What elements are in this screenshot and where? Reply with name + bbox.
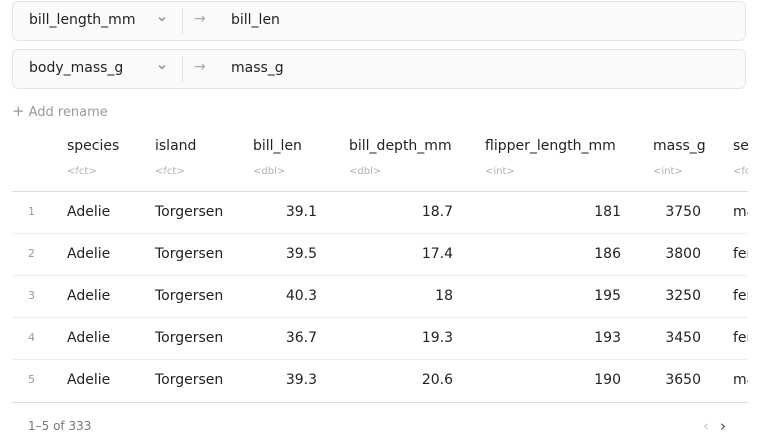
divider bbox=[182, 56, 183, 82]
table-row: 3 Adelie Torgersen 40.3 18 195 3250 fema… bbox=[12, 276, 748, 318]
cell-flipper-length-mm: 186 bbox=[594, 246, 621, 262]
column-header-species[interactable]: species bbox=[67, 138, 119, 154]
cell-species: Adelie bbox=[67, 288, 111, 304]
cell-mass-g: 3800 bbox=[665, 246, 701, 262]
cell-flipper-length-mm: 190 bbox=[594, 372, 621, 388]
column-header-flipper-length-mm[interactable]: flipper_length_mm bbox=[485, 138, 616, 154]
cell-sex: female bbox=[733, 330, 748, 346]
row-number: 4 bbox=[28, 331, 35, 344]
row-number: 5 bbox=[28, 373, 35, 386]
cell-sex: female bbox=[733, 288, 748, 304]
add-rename-button[interactable]: + Add rename bbox=[12, 102, 108, 120]
cell-species: Adelie bbox=[67, 330, 111, 346]
cell-flipper-length-mm: 195 bbox=[594, 288, 621, 304]
column-type: <fct> bbox=[67, 166, 97, 177]
previous-page-button[interactable]: ‹ bbox=[703, 417, 709, 435]
cell-flipper-length-mm: 193 bbox=[594, 330, 621, 346]
cell-sex: male bbox=[733, 372, 748, 388]
column-type: <dbl> bbox=[253, 166, 286, 177]
chevron-down-icon bbox=[158, 65, 166, 70]
column-header-mass-g[interactable]: mass_g bbox=[653, 138, 706, 154]
cell-species: Adelie bbox=[67, 372, 111, 388]
divider bbox=[182, 8, 183, 34]
table-row: 4 Adelie Torgersen 36.7 19.3 193 3450 fe… bbox=[12, 318, 748, 360]
source-column-select[interactable]: bill_length_mm bbox=[13, 2, 183, 40]
cell-sex: male bbox=[733, 204, 748, 220]
source-column-value: bill_length_mm bbox=[29, 12, 136, 28]
column-header-bill-depth-mm[interactable]: bill_depth_mm bbox=[349, 138, 452, 154]
cell-island: Torgersen bbox=[155, 204, 224, 220]
column-type: <int> bbox=[653, 166, 683, 177]
cell-bill-depth-mm: 19.3 bbox=[421, 330, 453, 346]
cell-species: Adelie bbox=[67, 246, 111, 262]
row-number: 2 bbox=[28, 247, 35, 260]
column-type: <dbl> bbox=[349, 166, 382, 177]
cell-bill-len: 39.5 bbox=[285, 246, 317, 262]
cell-bill-len: 39.3 bbox=[285, 372, 317, 388]
cell-bill-len: 39.1 bbox=[285, 204, 317, 220]
arrow-right-icon: → bbox=[194, 11, 206, 27]
cell-bill-len: 36.7 bbox=[285, 330, 317, 346]
cell-mass-g: 3450 bbox=[665, 330, 701, 346]
cell-island: Torgersen bbox=[155, 372, 224, 388]
cell-sex: female bbox=[733, 246, 748, 262]
arrow-right-icon: → bbox=[194, 59, 206, 75]
cell-island: Torgersen bbox=[155, 288, 224, 304]
cell-island: Torgersen bbox=[155, 330, 224, 346]
row-number: 3 bbox=[28, 289, 35, 302]
column-header-island[interactable]: island bbox=[155, 138, 196, 154]
rename-row: bill_length_mm → bill_len bbox=[12, 1, 746, 41]
table-footer-divider bbox=[12, 402, 748, 403]
new-name-input[interactable]: bill_len bbox=[231, 12, 280, 28]
table-row: 1 Adelie Torgersen 39.1 18.7 181 3750 ma… bbox=[12, 192, 748, 234]
column-type: <int> bbox=[485, 166, 515, 177]
cell-mass-g: 3250 bbox=[665, 288, 701, 304]
cell-mass-g: 3750 bbox=[665, 204, 701, 220]
table-row: 5 Adelie Torgersen 39.3 20.6 190 3650 ma… bbox=[12, 360, 748, 402]
cell-bill-depth-mm: 18 bbox=[435, 288, 453, 304]
source-column-select[interactable]: body_mass_g bbox=[13, 50, 183, 88]
new-name-input[interactable]: mass_g bbox=[231, 60, 284, 76]
row-number: 1 bbox=[28, 205, 35, 218]
chevron-down-icon bbox=[158, 17, 166, 22]
cell-bill-len: 40.3 bbox=[285, 288, 317, 304]
pagination-info: 1–5 of 333 bbox=[28, 419, 92, 433]
add-rename-label: Add rename bbox=[28, 105, 108, 120]
cell-bill-depth-mm: 17.4 bbox=[421, 246, 453, 262]
cell-flipper-length-mm: 181 bbox=[594, 204, 621, 220]
source-column-value: body_mass_g bbox=[29, 60, 124, 76]
rename-row: body_mass_g → mass_g bbox=[12, 49, 746, 89]
column-header-bill-len[interactable]: bill_len bbox=[253, 138, 302, 154]
next-page-button[interactable]: › bbox=[720, 417, 726, 435]
plus-icon: + bbox=[12, 102, 25, 120]
cell-mass-g: 3650 bbox=[665, 372, 701, 388]
column-header-sex[interactable]: sex bbox=[733, 138, 748, 154]
cell-island: Torgersen bbox=[155, 246, 224, 262]
data-table: species <fct> island <fct> bill_len <dbl… bbox=[12, 128, 748, 404]
table-row: 2 Adelie Torgersen 39.5 17.4 186 3800 fe… bbox=[12, 234, 748, 276]
column-type: <fct> bbox=[733, 166, 748, 177]
cell-bill-depth-mm: 18.7 bbox=[421, 204, 453, 220]
column-type: <fct> bbox=[155, 166, 185, 177]
cell-species: Adelie bbox=[67, 204, 111, 220]
cell-bill-depth-mm: 20.6 bbox=[421, 372, 453, 388]
